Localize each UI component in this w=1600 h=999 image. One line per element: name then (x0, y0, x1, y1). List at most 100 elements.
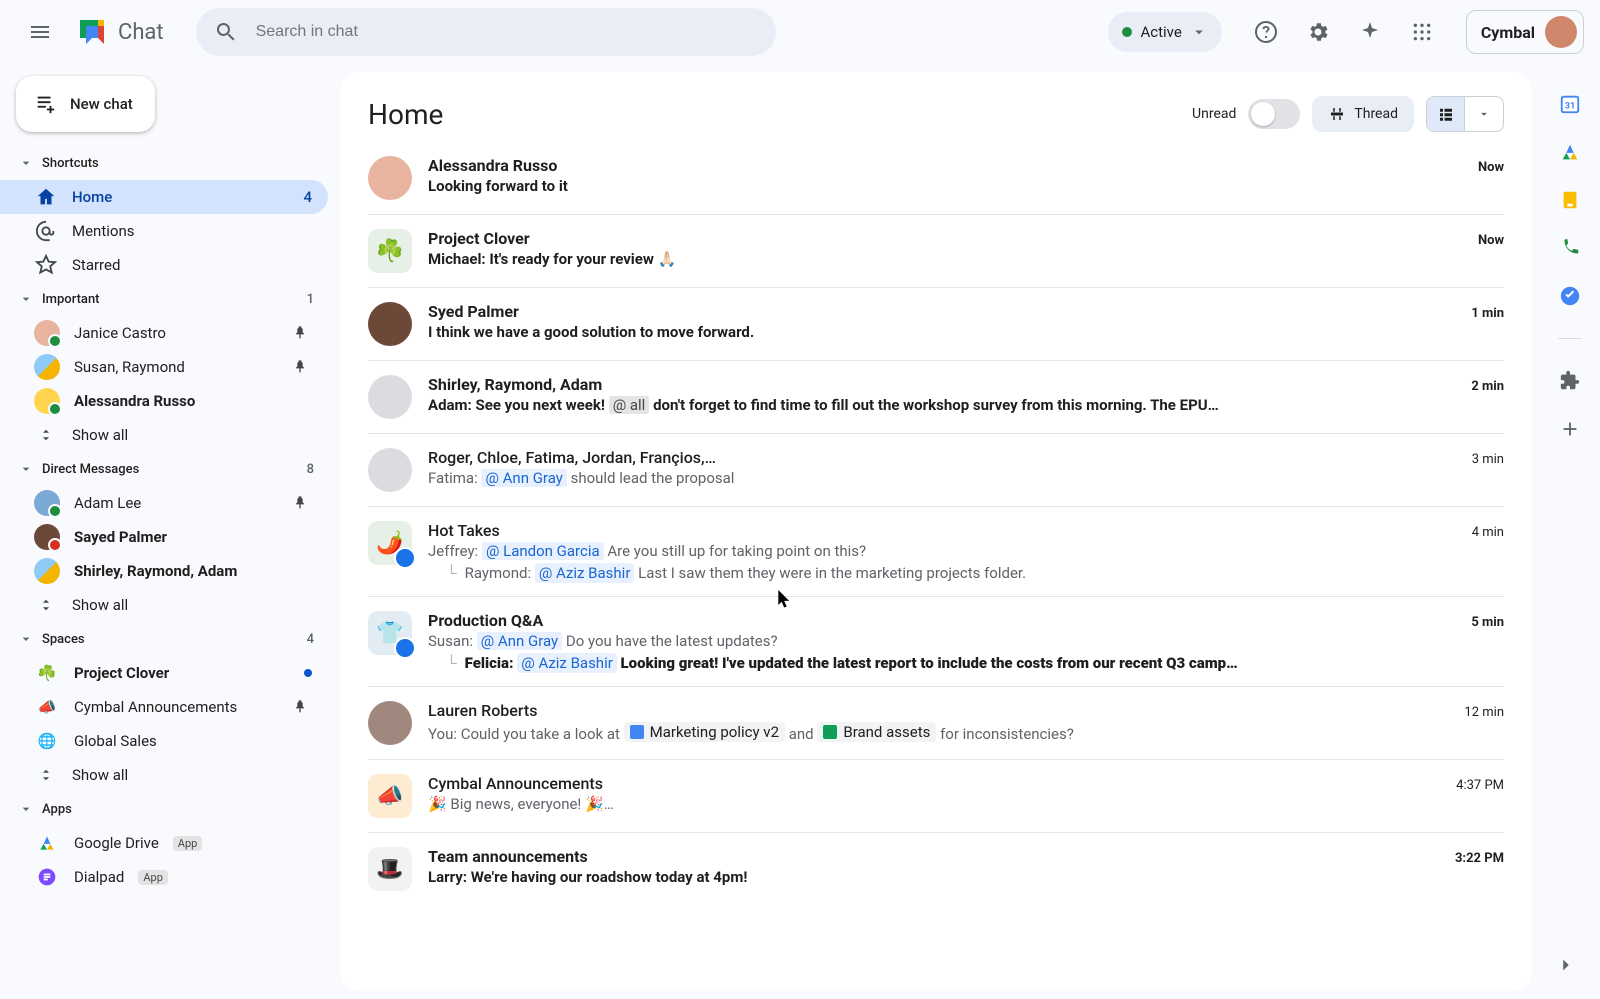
list-icon (1437, 105, 1455, 123)
conv-message: Looking forward to it (428, 177, 1504, 195)
expand-rail-button[interactable] (1546, 945, 1586, 985)
gemini-button[interactable] (1346, 8, 1394, 56)
hamburger-icon (28, 20, 52, 44)
nav-mentions[interactable]: Mentions (0, 214, 328, 248)
search-button[interactable] (204, 10, 248, 54)
avatar (368, 156, 412, 200)
conversation-row[interactable]: Lauren Roberts12 min You: Could you take… (368, 687, 1504, 760)
dm-susan-raymond[interactable]: Susan, Raymond (0, 350, 328, 384)
show-all-label: Show all (72, 426, 128, 444)
section-shortcuts[interactable]: Shortcuts (0, 146, 340, 180)
conv-name: Cymbal Announcements (428, 774, 603, 793)
conv-name: Project Clover (428, 229, 530, 248)
nav-label: Google Drive (74, 834, 159, 852)
nav-label: Janice Castro (74, 324, 166, 342)
section-label: Direct Messages (42, 462, 139, 477)
drive-button[interactable] (1558, 140, 1582, 164)
expand-icon (34, 763, 58, 787)
show-all-important[interactable]: Show all (0, 418, 340, 452)
new-chat-icon (34, 93, 56, 115)
emoji-icon: 👕 (376, 621, 403, 646)
view-list-button[interactable] (1427, 97, 1465, 131)
star-icon (34, 253, 58, 277)
conv-message: Larry: We're having our roadshow today a… (428, 868, 1504, 886)
section-important[interactable]: Important 1 (0, 282, 340, 316)
section-apps[interactable]: Apps (0, 792, 340, 826)
dm-adam[interactable]: Adam Lee (0, 486, 328, 520)
search-input[interactable] (248, 23, 768, 41)
conversation-row[interactable]: Alessandra RussoNow Looking forward to i… (368, 142, 1504, 215)
new-chat-button[interactable]: New chat (16, 76, 155, 132)
app-dialpad[interactable]: Dialpad App (0, 860, 328, 894)
add-button[interactable] (1558, 417, 1582, 441)
conversation-row[interactable]: Roger, Chloe, Fatima, Jordan, Françios,…… (368, 434, 1504, 507)
thread-filter-button[interactable]: Thread (1312, 96, 1414, 132)
extensions-button[interactable] (1558, 369, 1582, 393)
phone-button[interactable] (1558, 236, 1582, 260)
space-clover[interactable]: ☘️ Project Clover (0, 656, 328, 690)
tasks-button[interactable] (1558, 284, 1582, 308)
settings-button[interactable] (1294, 8, 1342, 56)
conversation-row[interactable]: ☘️ Project CloverNow Michael: It's ready… (368, 215, 1504, 288)
expand-icon (34, 593, 58, 617)
conversation-row[interactable]: 🎩 Team announcements3:22 PM Larry: We're… (368, 833, 1504, 905)
show-all-dms[interactable]: Show all (0, 588, 340, 622)
nav-count: 4 (303, 188, 312, 206)
dm-alessandra[interactable]: Alessandra Russo (0, 384, 328, 418)
space-announcements[interactable]: 📣 Cymbal Announcements (0, 690, 328, 724)
nav-home[interactable]: Home 4 (0, 180, 328, 214)
space-avatar: 🎩 (368, 847, 412, 891)
calendar-button[interactable]: 31 (1558, 92, 1582, 116)
conversation-row[interactable]: Shirley, Raymond, Adam2 min Adam: See yo… (368, 361, 1504, 434)
section-label: Shortcuts (42, 156, 99, 171)
dm-janice[interactable]: Janice Castro (0, 316, 328, 350)
conv-time: Now (1478, 233, 1504, 248)
dm-sayed[interactable]: Sayed Palmer (0, 520, 328, 554)
doc-icon (630, 725, 644, 739)
view-dropdown-button[interactable] (1465, 97, 1503, 131)
conversation-row[interactable]: 🌶️ Hot Takes4 min Jeffrey: @ Landon Garc… (368, 507, 1504, 597)
dm-shirley-group[interactable]: Shirley, Raymond, Adam (0, 554, 328, 588)
avatar (368, 701, 412, 745)
thread-reply: └Felicia: @ Aziz Bashir Looking great! I… (428, 654, 1504, 672)
file-chip[interactable]: Marketing policy v2 (624, 722, 785, 742)
conversation-row[interactable]: 📣 Cymbal Announcements4:37 PM 🎉 Big news… (368, 760, 1504, 833)
app-drive[interactable]: Google Drive App (0, 826, 328, 860)
conv-time: 2 min (1471, 379, 1504, 394)
unread-label: Unread (1192, 106, 1236, 122)
google-apps-button[interactable] (1398, 8, 1446, 56)
conversation-row[interactable]: Syed Palmer1 min I think we have a good … (368, 288, 1504, 361)
main-panel: Home Unread Thread Alessandra RussoNow L… (340, 72, 1532, 991)
conv-name: Alessandra Russo (428, 156, 557, 175)
chevron-down-icon (18, 461, 34, 477)
drive-icon (1559, 141, 1581, 163)
conv-time: 4 min (1472, 525, 1504, 540)
nav-label: Shirley, Raymond, Adam (74, 562, 237, 580)
calendar-icon: 31 (1559, 93, 1581, 115)
home-icon (34, 185, 58, 209)
file-chip[interactable]: Brand assets (817, 722, 936, 742)
unread-dot (304, 669, 312, 677)
avatar-group (368, 448, 412, 492)
conv-time: 1 min (1471, 306, 1504, 321)
status-selector[interactable]: Active (1108, 12, 1221, 52)
section-dms[interactable]: Direct Messages 8 (0, 452, 340, 486)
unread-toggle[interactable] (1248, 99, 1300, 129)
conv-name: Syed Palmer (428, 302, 519, 321)
mention-chip: @ Ann Gray (477, 632, 562, 650)
space-global-sales[interactable]: 🌐 Global Sales (0, 724, 328, 758)
status-label: Active (1140, 23, 1181, 41)
conv-time: 5 min (1471, 615, 1504, 630)
keep-button[interactable] (1558, 188, 1582, 212)
conversation-row[interactable]: 👕 Production Q&A5 min Susan: @ Ann Gray … (368, 597, 1504, 687)
conv-message: 🎉 Big news, everyone! 🎉… (428, 795, 1504, 813)
account-chip[interactable]: Cymbal (1466, 10, 1584, 54)
main-menu-button[interactable] (16, 8, 64, 56)
section-spaces[interactable]: Spaces 4 (0, 622, 340, 656)
side-rail: 31 (1540, 64, 1600, 999)
search-bar[interactable] (196, 8, 776, 56)
nav-starred[interactable]: Starred (0, 248, 328, 282)
help-button[interactable] (1242, 8, 1290, 56)
show-all-spaces[interactable]: Show all (0, 758, 340, 792)
conv-message: Adam: See you next week! @ all don't for… (428, 396, 1504, 414)
